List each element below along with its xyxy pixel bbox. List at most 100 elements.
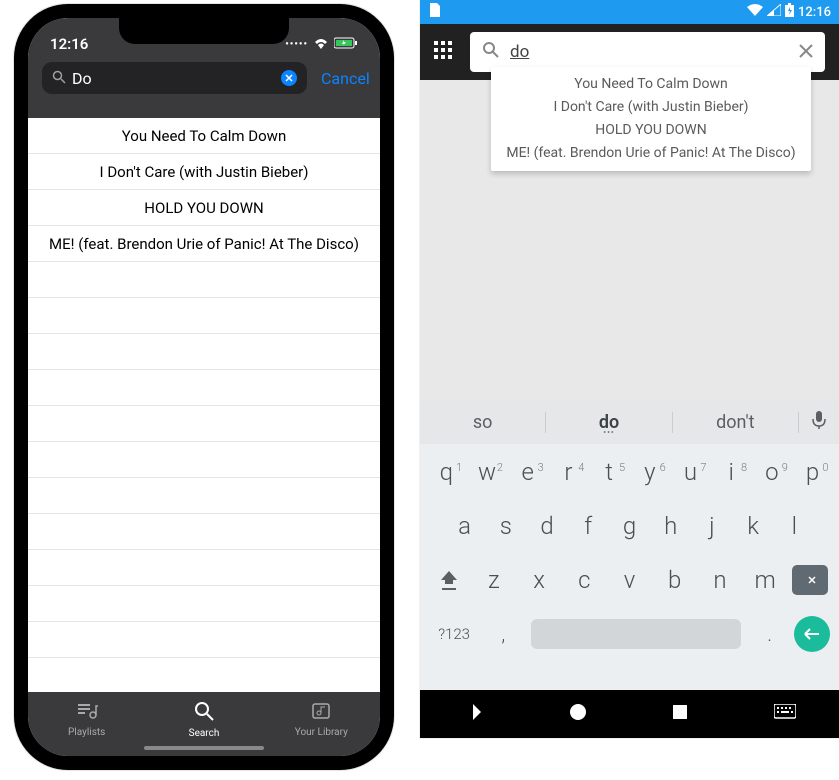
- keyboard-suggestions: so do don't: [420, 400, 839, 444]
- search-icon: [193, 700, 215, 725]
- enter-key[interactable]: [794, 616, 830, 652]
- empty-row: [28, 298, 380, 334]
- backspace-key[interactable]: [792, 565, 828, 595]
- android-search-field[interactable]: [470, 32, 825, 72]
- tab-playlists[interactable]: Playlists: [32, 701, 142, 738]
- key-p[interactable]: 0p: [795, 450, 831, 494]
- wifi-icon: [747, 4, 763, 20]
- android-content-area: so do don't 1q 2w 3e 4r 5t 6y 7u 8i 9o: [420, 80, 839, 690]
- empty-row: [28, 406, 380, 442]
- key-y[interactable]: 6y: [632, 450, 668, 494]
- symbols-key[interactable]: ?123: [429, 612, 479, 656]
- keyboard-row-3: z x c v b n m: [422, 558, 837, 602]
- iphone-notch: [119, 18, 289, 44]
- key-q[interactable]: 1q: [428, 450, 464, 494]
- key-d[interactable]: d: [529, 504, 565, 548]
- key-z[interactable]: z: [476, 558, 512, 602]
- tab-label: Search: [189, 728, 220, 739]
- key-m[interactable]: m: [747, 558, 783, 602]
- empty-row: [28, 586, 380, 622]
- cellular-icon: [767, 4, 781, 20]
- empty-row: [28, 658, 380, 694]
- android-nav-bar: [420, 690, 839, 738]
- android-status-bar: 12:16: [420, 0, 839, 24]
- key-r[interactable]: 4r: [550, 450, 586, 494]
- keyboard-row-4: ?123 , .: [422, 612, 837, 656]
- key-o[interactable]: 9o: [754, 450, 790, 494]
- key-n[interactable]: n: [702, 558, 738, 602]
- search-icon: [482, 41, 500, 63]
- key-f[interactable]: f: [570, 504, 606, 548]
- mic-icon[interactable]: [799, 410, 839, 434]
- tab-search[interactable]: Search: [149, 700, 259, 739]
- tab-label: Your Library: [295, 727, 348, 738]
- key-h[interactable]: h: [653, 504, 689, 548]
- key-s[interactable]: s: [488, 504, 524, 548]
- key-v[interactable]: v: [611, 558, 647, 602]
- search-input[interactable]: [510, 42, 789, 62]
- list-item[interactable]: ME! (feat. Brendon Urie of Panic! At The…: [491, 142, 811, 165]
- shift-key[interactable]: [431, 558, 467, 602]
- playlists-icon: [76, 701, 98, 724]
- list-item[interactable]: I Don't Care (with Justin Bieber): [28, 154, 380, 190]
- ios-results-list: You Need To Calm Down I Don't Care (with…: [28, 118, 380, 694]
- space-key[interactable]: [531, 619, 741, 649]
- wifi-icon: [313, 37, 329, 52]
- iphone-device: 12:16 •••••: [14, 4, 394, 770]
- key-t[interactable]: 5t: [591, 450, 627, 494]
- key-x[interactable]: x: [521, 558, 557, 602]
- library-icon: [310, 701, 332, 724]
- android-status-time: 12:16: [798, 5, 831, 20]
- tab-label: Playlists: [68, 727, 105, 738]
- key-e[interactable]: 3e: [510, 450, 546, 494]
- key-u[interactable]: 7u: [672, 450, 708, 494]
- cancel-button[interactable]: Cancel: [317, 69, 374, 88]
- back-icon[interactable]: [463, 702, 483, 726]
- suggestion-right[interactable]: don't: [673, 412, 799, 433]
- key-b[interactable]: b: [657, 558, 693, 602]
- list-item[interactable]: HOLD YOU DOWN: [491, 119, 811, 142]
- list-item[interactable]: HOLD YOU DOWN: [28, 190, 380, 226]
- empty-row: [28, 622, 380, 658]
- ios-status-time: 12:16: [50, 35, 88, 53]
- key-j[interactable]: j: [694, 504, 730, 548]
- key-l[interactable]: l: [776, 504, 812, 548]
- keyboard-row-1: 1q 2w 3e 4r 5t 6y 7u 8i 9o 0p: [422, 450, 837, 494]
- list-item[interactable]: You Need To Calm Down: [28, 118, 380, 154]
- key-w[interactable]: 2w: [469, 450, 505, 494]
- period-key[interactable]: .: [752, 612, 788, 656]
- keyboard-row-2: a s d f g h j k l: [422, 504, 837, 548]
- search-input[interactable]: [72, 69, 275, 88]
- empty-row: [28, 370, 380, 406]
- empty-row: [28, 550, 380, 586]
- key-k[interactable]: k: [735, 504, 771, 548]
- suggestion-center[interactable]: do: [546, 412, 672, 433]
- key-a[interactable]: a: [447, 504, 483, 548]
- sd-card-icon: [428, 3, 440, 21]
- cellular-icon: •••••: [285, 39, 308, 50]
- recents-icon[interactable]: [672, 704, 688, 724]
- comma-key[interactable]: ,: [485, 612, 521, 656]
- ios-search-field[interactable]: [42, 62, 307, 94]
- android-dropdown: You Need To Calm Down I Don't Care (with…: [491, 67, 811, 171]
- tab-library[interactable]: Your Library: [266, 701, 376, 738]
- search-icon: [52, 69, 66, 88]
- suggestion-left[interactable]: so: [420, 412, 546, 433]
- android-keyboard: so do don't 1q 2w 3e 4r 5t 6y 7u 8i 9o: [420, 400, 839, 690]
- home-icon[interactable]: [569, 703, 587, 725]
- list-item[interactable]: ME! (feat. Brendon Urie of Panic! At The…: [28, 226, 380, 262]
- apps-grid-icon[interactable]: [434, 41, 456, 63]
- list-item[interactable]: You Need To Calm Down: [491, 73, 811, 96]
- key-g[interactable]: g: [611, 504, 647, 548]
- keyboard-toggle-icon[interactable]: [774, 704, 796, 724]
- close-icon[interactable]: [799, 43, 813, 62]
- battery-icon: [785, 3, 794, 21]
- empty-row: [28, 262, 380, 298]
- clear-search-icon[interactable]: [281, 70, 297, 86]
- key-i[interactable]: 8i: [713, 450, 749, 494]
- empty-row: [28, 334, 380, 370]
- list-item[interactable]: I Don't Care (with Justin Bieber): [491, 96, 811, 119]
- key-c[interactable]: c: [566, 558, 602, 602]
- home-indicator[interactable]: [144, 746, 264, 750]
- empty-row: [28, 514, 380, 550]
